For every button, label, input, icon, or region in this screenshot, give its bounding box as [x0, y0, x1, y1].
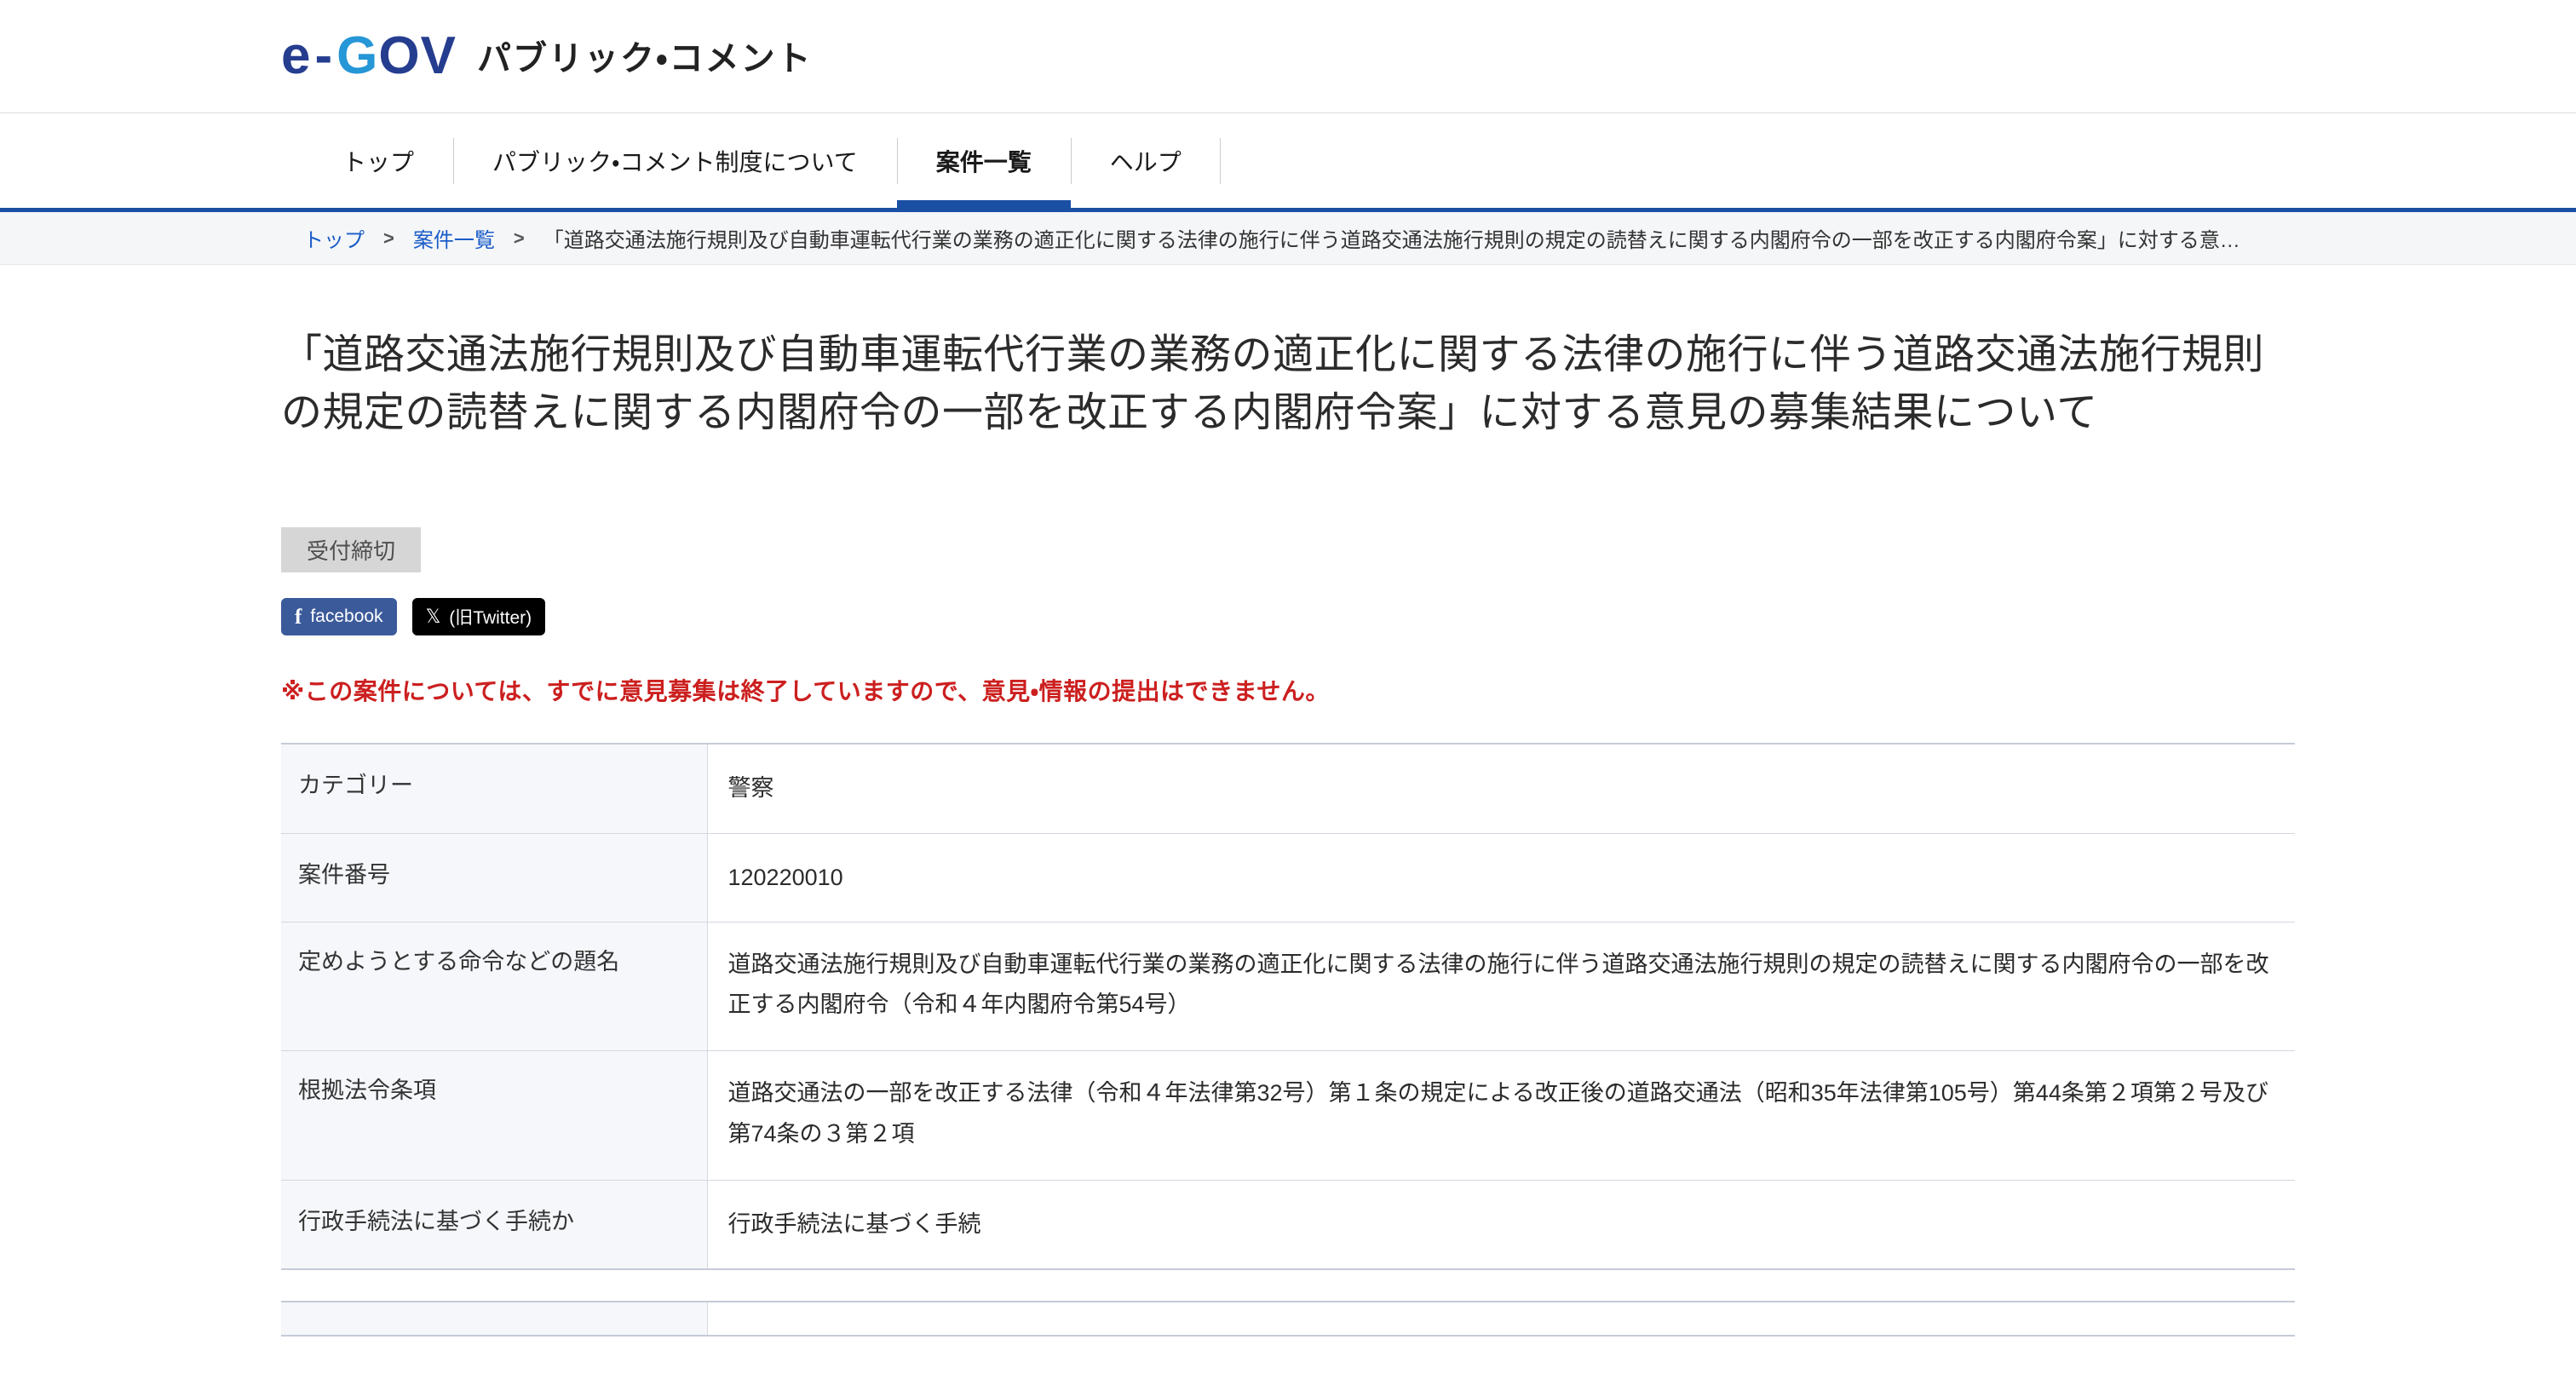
- secondary-info-table: [281, 1301, 2295, 1337]
- row-label-case-number: 案件番号: [281, 833, 708, 923]
- nav-item-help[interactable]: ヘルプ: [1071, 113, 1221, 208]
- x-share-label: (旧Twitter): [449, 608, 532, 629]
- site-header: e-GOV パブリック・コメント: [0, 0, 2576, 113]
- closed-notice: ※この案件については、すでに意見募集は終了していますので、意見・情報の提出はでき…: [281, 678, 1330, 705]
- logo-letter-o: O: [378, 26, 421, 85]
- row-label-legal-basis: 根拠法令条項: [281, 1050, 708, 1181]
- row-value-case-number: 120220010: [727, 864, 843, 890]
- row-label-admin-procedure: 行政手続法に基づく手続か: [281, 1180, 708, 1270]
- table-row: 根拠法令条項 道路交通法の一部を改正する法律（令和４年法律第32号）第１条の規定…: [281, 1050, 2295, 1181]
- row-value-category: 警察: [727, 775, 774, 802]
- social-share-row: f facebook 𝕏 (旧Twitter): [281, 598, 2295, 636]
- status-badge: 受付締切: [281, 527, 422, 573]
- table-row: 行政手続法に基づく手続か 行政手続法に基づく手続: [281, 1180, 2295, 1270]
- nav-item-label: ヘルプ: [1109, 148, 1182, 175]
- nav-item-case-list[interactable]: 案件一覧: [896, 113, 1071, 208]
- logo-letter-e: e: [281, 26, 312, 85]
- x-twitter-share-button[interactable]: 𝕏 (旧Twitter): [411, 598, 546, 636]
- table-row: 定めようとする命令などの題名 道路交通法施行規則及び自動車運転代行業の業務の適正…: [281, 922, 2295, 1051]
- breadcrumb-current-page: 「道路交通法施行規則及び自動車運転代行業の業務の適正化に関する法律の施行に伴う道…: [543, 229, 2240, 252]
- breadcrumb: トップ > 案件一覧 > 「道路交通法施行規則及び自動車運転代行業の業務の適正化…: [0, 212, 2576, 265]
- global-navigation: トップ パブリック・コメント制度について 案件一覧 ヘルプ: [0, 113, 2576, 208]
- nav-item-label: パブリック・コメント制度について: [492, 148, 858, 175]
- facebook-share-label: facebook: [310, 607, 383, 627]
- page-title: 「道路交通法施行規則及び自動車運転代行業の業務の適正化に関する法律の施行に伴う道…: [281, 332, 2265, 436]
- logo-letter-v: V: [420, 26, 457, 85]
- breadcrumb-item-top[interactable]: トップ: [303, 223, 365, 253]
- logo-letter-dash: -: [314, 26, 334, 85]
- case-info-table: カテゴリー 警察 案件番号 120220010 定めようとする命令などの題名 道…: [281, 743, 2295, 1271]
- site-logo[interactable]: e-GOV パブリック・コメント: [281, 26, 813, 85]
- row-label-secondary: [281, 1302, 708, 1337]
- breadcrumb-separator-icon: >: [513, 227, 525, 249]
- row-value-legal-basis: 道路交通法の一部を改正する法律（令和４年法律第32号）第１条の規定による改正後の…: [727, 1080, 2268, 1147]
- nav-item-label: 案件一覧: [935, 148, 1032, 175]
- main-content: 「道路交通法施行規則及び自動車運転代行業の業務の適正化に関する法律の施行に伴う道…: [0, 326, 2576, 1337]
- row-value-secondary: [707, 1302, 2295, 1336]
- facebook-f-icon: f: [295, 605, 302, 629]
- row-label-order-title: 定めようとする命令などの題名: [281, 922, 708, 1051]
- nav-item-label: トップ: [342, 148, 415, 175]
- row-label-category: カテゴリー: [281, 744, 708, 834]
- facebook-share-button[interactable]: f facebook: [281, 598, 397, 636]
- breadcrumb-item-case-list[interactable]: 案件一覧: [413, 223, 495, 253]
- row-value-admin-procedure: 行政手続法に基づく手続: [727, 1210, 981, 1237]
- nav-item-top[interactable]: トップ: [303, 113, 453, 208]
- x-logo-icon: 𝕏: [425, 606, 441, 628]
- nav-item-about-public-comment[interactable]: パブリック・コメント制度について: [453, 113, 897, 208]
- egov-logo-mark: e-GOV: [281, 26, 457, 85]
- active-tab-underline: [896, 200, 1071, 208]
- table-row: 案件番号 120220010: [281, 833, 2295, 923]
- table-row: カテゴリー 警察: [281, 744, 2295, 834]
- service-name: パブリック・コメント: [476, 39, 813, 78]
- breadcrumb-separator-icon: >: [383, 227, 394, 249]
- logo-letter-g: G: [336, 26, 379, 85]
- row-value-order-title: 道路交通法施行規則及び自動車運転代行業の業務の適正化に関する法律の施行に伴う道路…: [727, 951, 2269, 1018]
- table-row: [281, 1302, 2295, 1337]
